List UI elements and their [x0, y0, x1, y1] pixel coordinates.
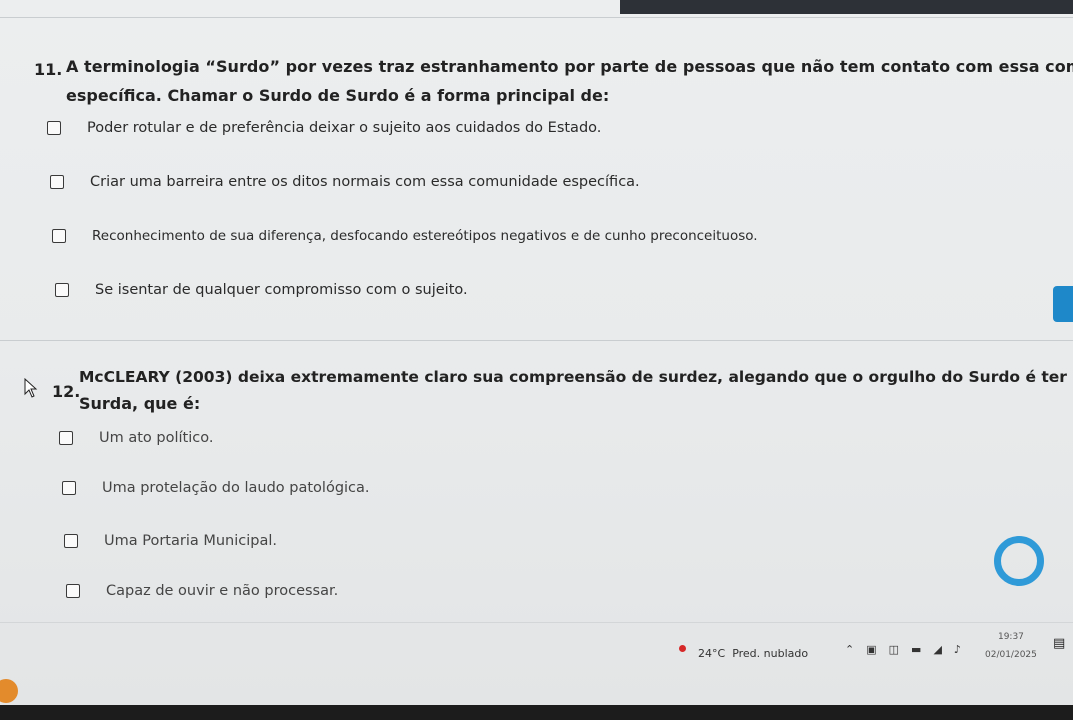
question-12-text-line1: McCLEARY (2003) deixa extremamente claro…	[79, 368, 1073, 386]
q12-option-1[interactable]: Um ato político.	[59, 430, 213, 446]
checkbox[interactable]	[59, 431, 73, 445]
option-label: Poder rotular e de preferência deixar o …	[87, 120, 602, 136]
q11-option-2[interactable]: Criar uma barreira entre os ditos normai…	[50, 174, 640, 190]
quiz-screen: 11. A terminologia “Surdo” por vezes tra…	[0, 0, 1073, 705]
checkbox[interactable]	[55, 283, 69, 297]
checkbox[interactable]	[52, 229, 66, 243]
q11-option-1[interactable]: Poder rotular e de preferência deixar o …	[47, 120, 601, 136]
question-divider	[0, 340, 1073, 341]
battery-icon[interactable]: ▬	[911, 643, 921, 656]
question-11-text-line1: A terminologia “Surdo” por vezes traz es…	[66, 57, 1073, 76]
option-label: Uma protelação do laudo patológica.	[102, 480, 370, 496]
question-11-text-line2: específica. Chamar o Surdo de Surdo é a …	[66, 86, 610, 105]
mouse-cursor-icon	[24, 378, 38, 398]
weather-alert-icon[interactable]	[679, 645, 686, 652]
question-12-number: 12.	[52, 382, 81, 401]
wifi-icon[interactable]: ◢	[933, 643, 941, 656]
loading-ring-icon	[994, 536, 1044, 586]
q12-option-2[interactable]: Uma protelação do laudo patológica.	[62, 480, 370, 496]
system-tray: ⌃ ▣ ◫ ▬ ◢ ♪	[845, 643, 961, 656]
side-panel-button[interactable]	[1053, 286, 1073, 322]
clock-date: 02/01/2025	[985, 650, 1037, 660]
volume-icon[interactable]: ♪	[954, 643, 961, 656]
checkbox[interactable]	[62, 481, 76, 495]
weather-temperature: 24°C	[698, 647, 726, 660]
notification-icon[interactable]: ▤	[1053, 636, 1065, 651]
checkbox[interactable]	[50, 175, 64, 189]
window-top-bar	[620, 0, 1073, 14]
option-label: Capaz de ouvir e não processar.	[106, 583, 339, 599]
option-label: Reconhecimento de sua diferença, desfoca…	[92, 228, 758, 244]
checkbox[interactable]	[66, 584, 80, 598]
taskbar-clock[interactable]: 19:37 02/01/2025	[985, 628, 1037, 664]
chevron-up-icon[interactable]: ⌃	[845, 643, 854, 656]
option-label: Criar uma barreira entre os ditos normai…	[90, 174, 640, 190]
q11-option-3[interactable]: Reconhecimento de sua diferença, desfoca…	[52, 228, 758, 244]
divider-top	[0, 17, 1073, 18]
question-11-number: 11.	[34, 60, 63, 79]
clock-time: 19:37	[997, 632, 1024, 642]
option-label: Se isentar de qualquer compromisso com o…	[95, 282, 468, 298]
taskbar-divider	[0, 622, 1073, 623]
checkbox[interactable]	[47, 121, 61, 135]
network-icon[interactable]: ▣	[866, 643, 876, 656]
option-label: Um ato político.	[99, 430, 214, 446]
q12-option-4[interactable]: Capaz de ouvir e não processar.	[66, 583, 338, 599]
weather-condition: Pred. nublado	[732, 647, 809, 660]
question-12-text-line2: Surda, que é:	[79, 394, 201, 413]
checkbox[interactable]	[64, 534, 78, 548]
option-label: Uma Portaria Municipal.	[104, 533, 277, 549]
q11-option-4[interactable]: Se isentar de qualquer compromisso com o…	[55, 282, 468, 298]
q12-option-3[interactable]: Uma Portaria Municipal.	[64, 533, 277, 549]
weather-widget[interactable]: 24°C Pred. nublado	[698, 647, 808, 660]
security-icon[interactable]: ◫	[889, 643, 899, 656]
